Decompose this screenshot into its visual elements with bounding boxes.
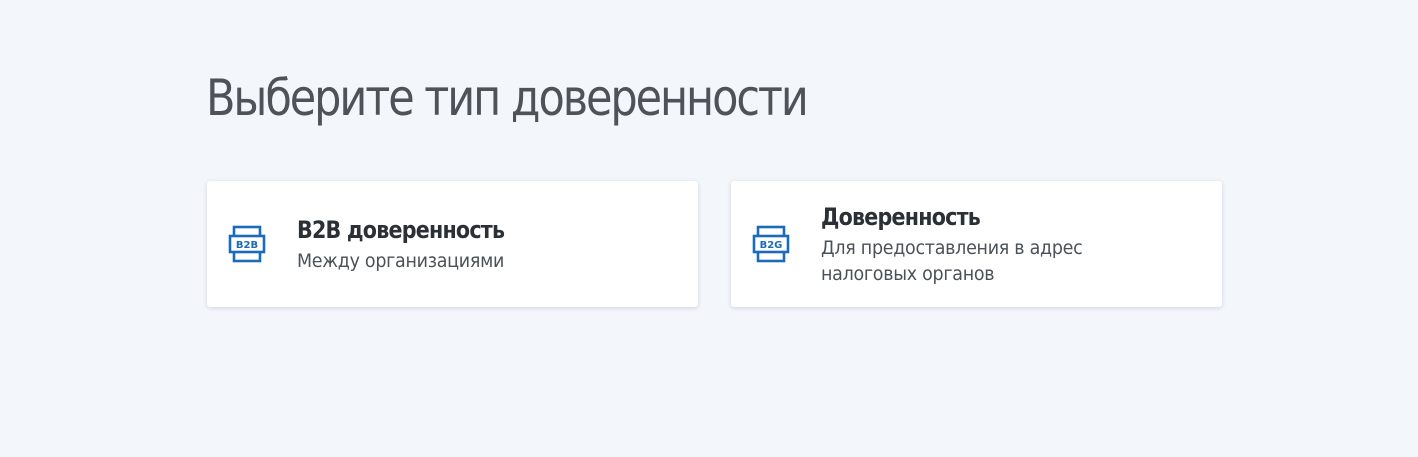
- card-title: Доверенность: [821, 202, 981, 231]
- svg-text:B2G: B2G: [760, 240, 783, 251]
- b2b-icon: B2B: [228, 224, 266, 264]
- card-description-line: Для предоставления в адрес: [821, 236, 1083, 259]
- card-description: Между организациями: [297, 248, 519, 274]
- b2g-icon: B2G: [752, 224, 790, 264]
- b2b-poa-card[interactable]: B2B B2B доверенность Между организациями: [207, 181, 698, 307]
- card-text: B2B доверенность Между организациями: [297, 215, 538, 274]
- card-text: Доверенность Для предоставления в адрес …: [821, 202, 1105, 287]
- page: Выберите тип доверенности B2B B2B довере…: [0, 0, 1418, 457]
- card-description: Для предоставления в адрес налоговых орг…: [821, 235, 1083, 287]
- b2g-poa-card[interactable]: B2G Доверенность Для предоставления в ад…: [731, 181, 1222, 307]
- poa-type-options: B2B B2B доверенность Между организациями…: [207, 181, 1222, 307]
- card-title: B2B доверенность: [297, 215, 505, 244]
- card-description-line: налоговых органов: [821, 262, 995, 285]
- svg-text:B2B: B2B: [236, 240, 258, 251]
- card-description-line: Между организациями: [297, 249, 505, 272]
- page-title: Выберите тип доверенности: [206, 69, 809, 127]
